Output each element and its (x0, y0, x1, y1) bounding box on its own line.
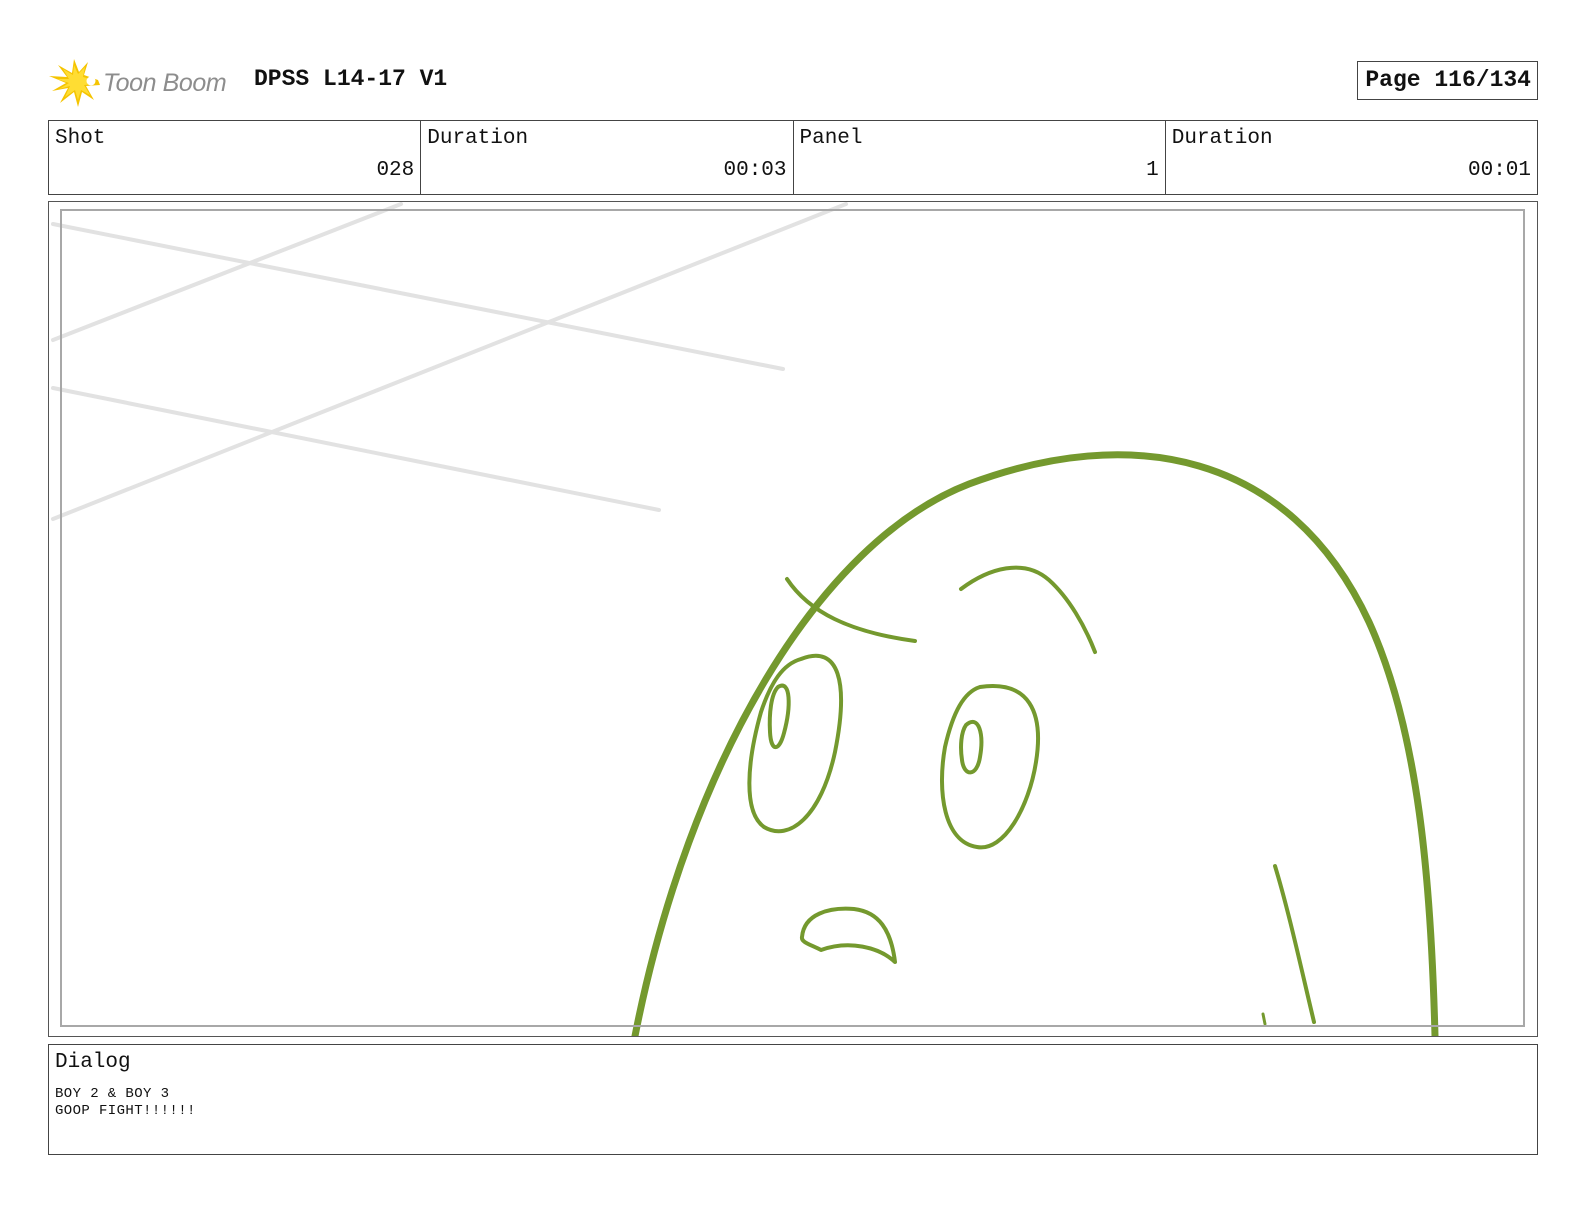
logo-wordmark: Toon Boom (103, 69, 227, 97)
panel-duration-value: 00:01 (1467, 159, 1531, 182)
shot-value: 028 (376, 159, 415, 182)
shot-label: Shot (55, 127, 106, 150)
panel-duration-label: Duration (1171, 127, 1273, 150)
shot-duration-value: 00:03 (723, 159, 787, 182)
starburst-logo-icon (49, 59, 100, 107)
safe-area-border (60, 209, 1525, 1027)
panel-cell: Panel 1 (794, 121, 1166, 194)
shot-info-table: Shot 028 Duration 00:03 Panel 1 Duration… (48, 120, 1538, 195)
toon-boom-logo: Toon Boom (48, 56, 244, 108)
dialog-label: Dialog (55, 1051, 131, 1074)
shot-cell: Shot 028 (49, 121, 422, 194)
storyboard-header: Toon Boom DPSS L14-17 V1 Page 116/134 (48, 52, 1538, 108)
dialog-line-2: GOOP FIGHT!!!!!! (55, 1103, 196, 1119)
panel-value: 1 (1146, 159, 1159, 182)
dialog-line-1: BOY 2 & BOY 3 (55, 1086, 170, 1102)
storyboard-panel-frame (48, 201, 1538, 1037)
panel-duration-cell: Duration 00:01 (1166, 121, 1537, 194)
page-indicator: Page 116/134 (1357, 61, 1538, 100)
shot-duration-cell: Duration 00:03 (421, 121, 794, 194)
shot-duration-label: Duration (427, 127, 529, 150)
project-title: DPSS L14-17 V1 (254, 66, 448, 92)
panel-label: Panel (799, 127, 863, 150)
dialog-box: Dialog BOY 2 & BOY 3 GOOP FIGHT!!!!!! (48, 1044, 1538, 1155)
